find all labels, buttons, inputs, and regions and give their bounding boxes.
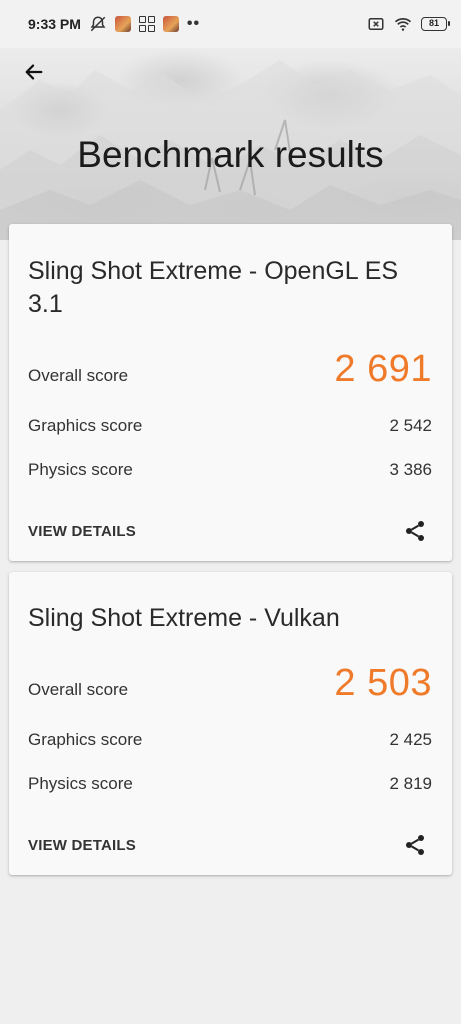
share-button[interactable] [402, 518, 428, 544]
physics-score-value: 3 386 [389, 460, 432, 479]
screen: 9:33 PM •• 81 Benchmark results Sling Sh… [0, 0, 461, 1024]
physics-score-value: 2 819 [389, 774, 432, 793]
card-title: Sling Shot Extreme - Vulkan [28, 604, 340, 632]
game-app-icon-2 [162, 16, 179, 32]
arrow-left-icon [25, 64, 43, 80]
overall-score-value: 2 691 [334, 348, 432, 390]
status-right: 81 [367, 15, 450, 33]
notifications-off-icon [90, 16, 106, 32]
status-time: 9:33 PM [28, 16, 81, 32]
physics-score-row: Physics score 2 819 [28, 774, 432, 794]
status-bar: 9:33 PM •• 81 [0, 0, 461, 48]
sim-off-icon [368, 18, 384, 30]
overall-score-label: Overall score [28, 680, 129, 699]
share-icon [406, 521, 424, 541]
overall-score-label: Overall score [28, 366, 129, 385]
overall-score-row: Overall score 2 503 [28, 662, 432, 705]
graphics-score-label: Graphics score [28, 416, 143, 435]
battery-indicator: 81 [421, 17, 450, 31]
physics-score-label: Physics score [28, 774, 133, 793]
physics-score-row: Physics score 3 386 [28, 460, 432, 480]
physics-score-label: Physics score [28, 460, 133, 479]
graphics-score-value: 2 542 [389, 416, 432, 435]
status-left: 9:33 PM •• [28, 15, 200, 33]
result-card-opengl: Sling Shot Extreme - OpenGL ES 3.1 Overa… [9, 224, 452, 561]
back-button[interactable] [18, 56, 50, 88]
graphics-score-row: Graphics score 2 542 [28, 416, 432, 436]
share-icon [406, 835, 424, 855]
graphics-score-label: Graphics score [28, 730, 143, 749]
view-details-button[interactable]: VIEW DETAILS [28, 837, 136, 854]
wifi-icon [394, 18, 412, 31]
overall-score-value: 2 503 [334, 662, 432, 704]
graphics-score-row: Graphics score 2 425 [28, 730, 432, 750]
card-title: Sling Shot Extreme - OpenGL ES 3.1 [28, 257, 399, 318]
graphics-score-value: 2 425 [389, 730, 432, 749]
overall-score-row: Overall score 2 691 [28, 348, 432, 391]
result-card-vulkan: Sling Shot Extreme - Vulkan Overall scor… [9, 572, 452, 875]
share-button[interactable] [402, 832, 428, 858]
more-notifications-icon: •• [186, 15, 201, 32]
apps-grid-icon [138, 16, 155, 32]
page-title: Benchmark results [77, 134, 384, 175]
view-details-button[interactable]: VIEW DETAILS [28, 523, 136, 540]
game-app-icon [114, 16, 131, 32]
